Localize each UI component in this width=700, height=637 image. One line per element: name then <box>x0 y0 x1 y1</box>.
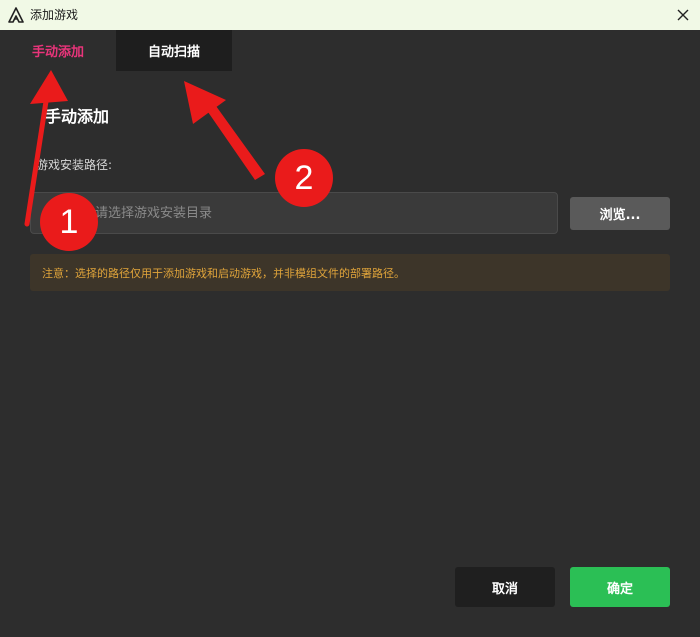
path-notice: 注意：选择的路径仅用于添加游戏和启动游戏，并非模组文件的部署路径。 <box>30 254 670 291</box>
window-title: 添加游戏 <box>30 8 79 22</box>
title-bar: 添加游戏 <box>0 0 700 30</box>
annotation-overlay <box>24 70 265 227</box>
tab-auto-scan[interactable]: 自动扫描 <box>116 30 232 71</box>
section-title: 手动添加 <box>45 107 110 126</box>
add-game-dialog: 添加游戏 手动添加 自动扫描 手动添加 游戏安装路径: 浏览... 注意：选择的… <box>0 0 700 637</box>
annotation-arrowhead-2 <box>184 81 226 124</box>
annotation-arrow-2 <box>208 106 265 180</box>
confirm-button[interactable]: 确定 <box>570 567 670 607</box>
tab-manual-add[interactable]: 手动添加 <box>16 30 100 71</box>
browse-button[interactable]: 浏览... <box>570 197 670 230</box>
app-logo-icon <box>8 7 24 23</box>
close-icon <box>677 6 689 25</box>
annotation-badge-2: 2 <box>275 149 333 207</box>
path-label: 游戏安装路径: <box>36 158 113 172</box>
close-button[interactable] <box>672 4 694 26</box>
annotation-arrowhead-1 <box>30 70 68 104</box>
cancel-button[interactable]: 取消 <box>455 567 555 607</box>
annotation-badge-1: 1 <box>40 193 98 251</box>
